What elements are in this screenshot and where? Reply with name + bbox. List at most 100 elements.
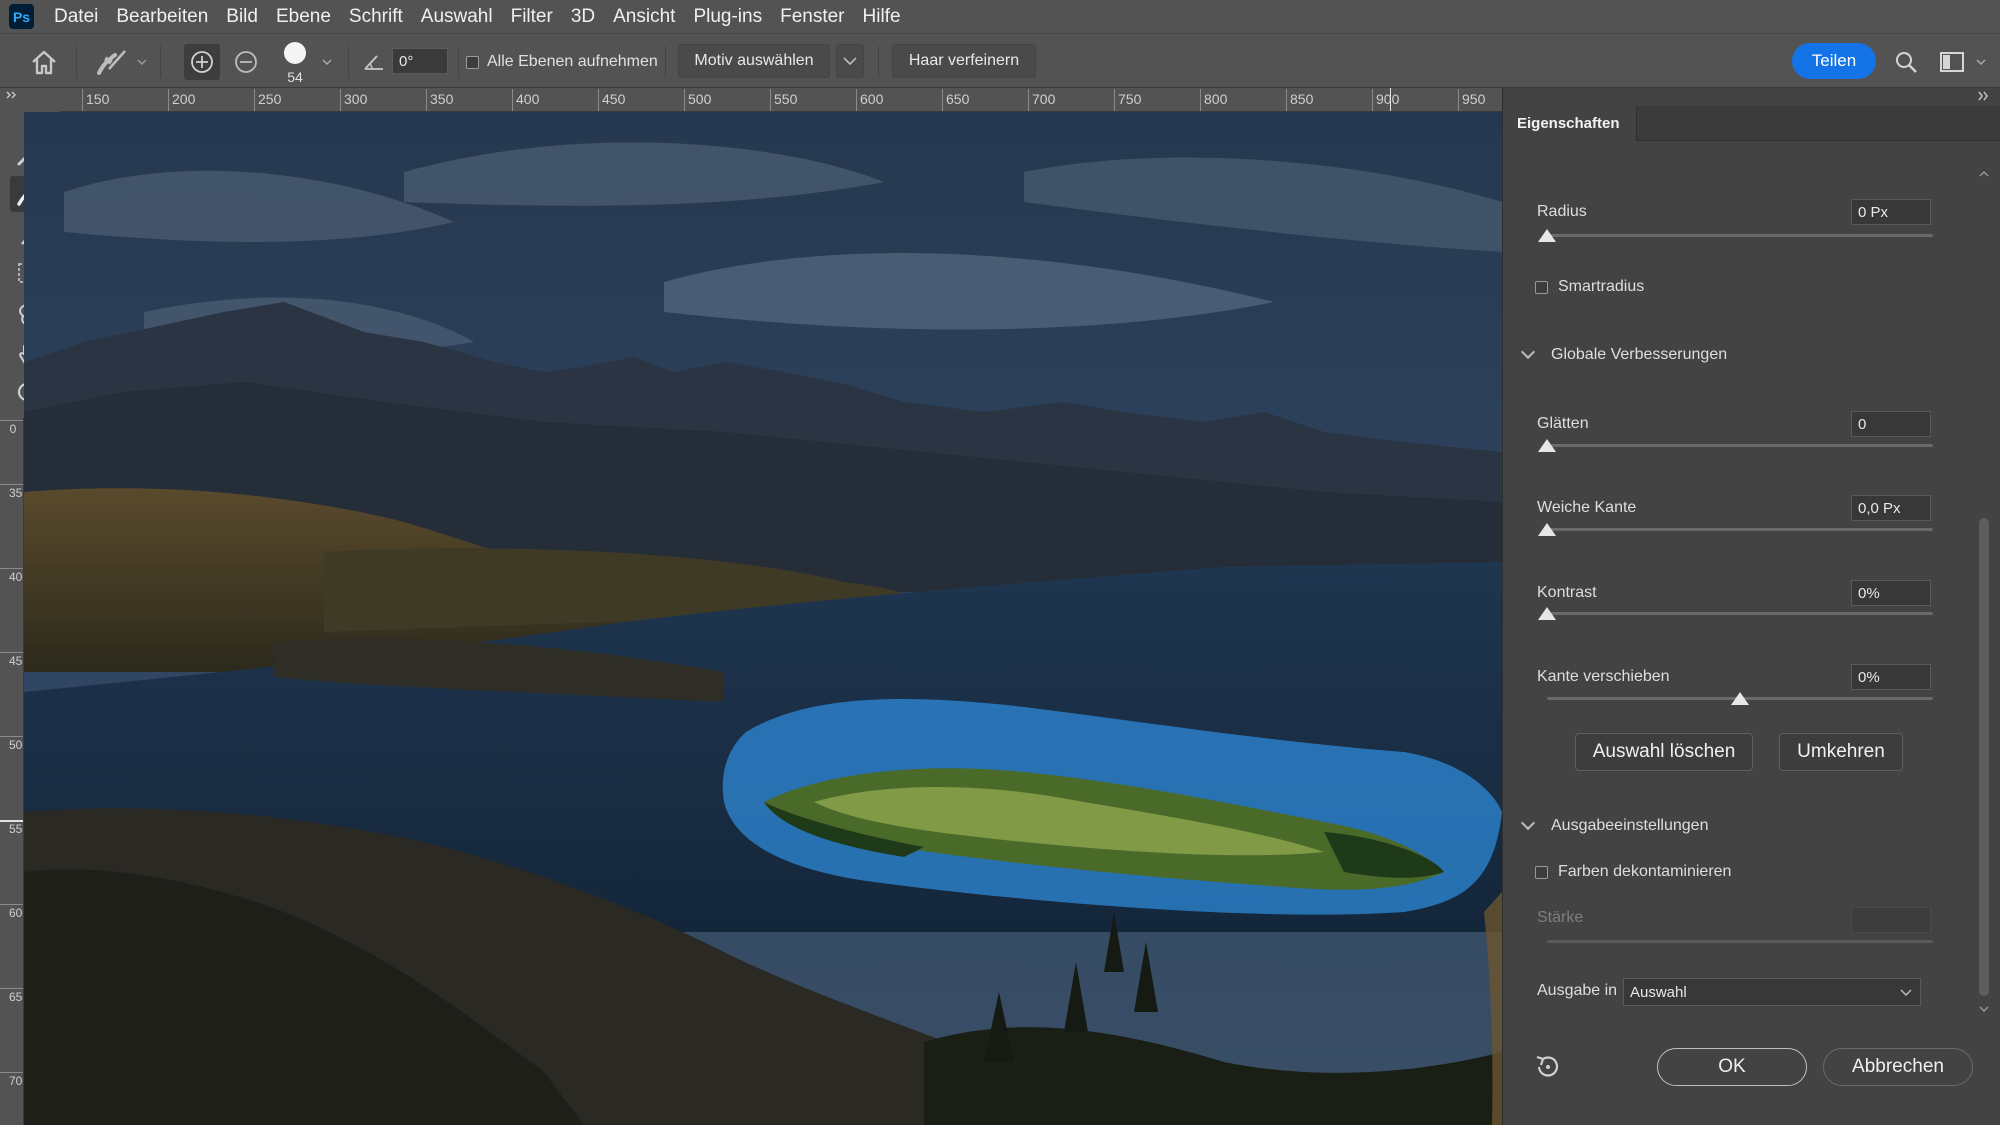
decontaminate-colors-checkbox[interactable]: Farben dekontaminieren — [1535, 863, 1731, 881]
vertical-ruler: 0 350 400 450 500 550 600 650 700 — [0, 418, 24, 1125]
output-to-label: Ausgabe in — [1537, 982, 1618, 999]
ruler-label: 950 — [1462, 91, 1486, 107]
feather-slider-track[interactable] — [1547, 528, 1933, 531]
menu-bild[interactable]: Bild — [226, 6, 258, 28]
contrast-input[interactable]: 0% — [1851, 580, 1931, 606]
scroll-down-icon[interactable] — [1979, 1000, 1989, 1018]
menu-filter[interactable]: Filter — [511, 6, 553, 28]
document-canvas[interactable] — [24, 112, 1502, 1125]
photoshop-window: Ps Datei Bearbeiten Bild Ebene Schrift A… — [0, 0, 2000, 1125]
menu-fenster[interactable]: Fenster — [780, 6, 844, 28]
ruler-label: 500 — [9, 738, 23, 752]
output-to-select[interactable]: Auswahl — [1623, 978, 1921, 1006]
workspace-chevron-icon[interactable] — [1974, 56, 1988, 68]
brush-size-preview[interactable] — [280, 38, 310, 68]
menu-ebene[interactable]: Ebene — [276, 6, 331, 28]
ruler-label: 650 — [946, 91, 970, 107]
radius-slider-thumb[interactable] — [1538, 229, 1556, 242]
photoshop-logo: Ps — [9, 4, 34, 29]
menu-bar: Ps Datei Bearbeiten Bild Ebene Schrift A… — [0, 0, 2000, 33]
shift-edge-slider-thumb[interactable] — [1731, 692, 1749, 705]
ruler-label: 900 — [1376, 91, 1400, 107]
sample-all-layers-checkbox[interactable]: Alle Ebenen aufnehmen — [466, 48, 658, 76]
ruler-label: 250 — [258, 91, 282, 107]
output-to-value: Auswahl — [1630, 983, 1687, 1001]
smart-radius-checkbox[interactable]: Smartradius — [1535, 278, 1644, 296]
feather-input[interactable]: 0,0 Px — [1851, 495, 1931, 521]
global-refinements-label: Globale Verbesserungen — [1551, 346, 1728, 363]
shift-edge-input[interactable]: 0% — [1851, 664, 1931, 690]
ruler-label: 0 — [9, 422, 17, 436]
properties-panel: Eigenschaften Radius 0 Px Smartradius Gl… — [1502, 88, 2000, 1125]
ruler-label: 300 — [344, 91, 368, 107]
refine-edge-brush-icon[interactable] — [88, 44, 136, 80]
chevron-down-icon — [1900, 989, 1912, 997]
select-subject-button[interactable]: Motiv auswählen — [678, 44, 830, 78]
menu-hilfe[interactable]: Hilfe — [863, 6, 901, 28]
brush-size-chevron-icon[interactable] — [320, 56, 334, 68]
ruler-label: 400 — [516, 91, 540, 107]
ruler-label: 800 — [1204, 91, 1228, 107]
invert-button[interactable]: Umkehren — [1779, 733, 1903, 771]
ruler-label: 600 — [9, 906, 23, 920]
collapse-tools-icon[interactable] — [6, 88, 26, 102]
ruler-label: 700 — [9, 1074, 23, 1088]
subtract-from-selection-icon[interactable] — [228, 44, 264, 80]
ruler-label: 550 — [774, 91, 798, 107]
ok-button[interactable]: OK — [1657, 1048, 1807, 1086]
decontaminate-colors-label: Farben dekontaminieren — [1558, 863, 1732, 880]
checkbox-box[interactable] — [466, 55, 479, 69]
radius-label: Radius — [1537, 203, 1587, 220]
clear-selection-button[interactable]: Auswahl löschen — [1575, 733, 1753, 771]
angle-input[interactable]: 0° — [392, 48, 448, 74]
output-settings-section[interactable]: Ausgabeeinstellungen — [1520, 815, 1708, 835]
chevron-down-icon — [843, 56, 857, 65]
add-to-selection-icon[interactable] — [184, 44, 220, 80]
refine-hair-button[interactable]: Haar verfeinern — [892, 44, 1036, 78]
contrast-slider-track[interactable] — [1547, 612, 1933, 615]
search-icon[interactable] — [1890, 46, 1922, 78]
share-button[interactable]: Teilen — [1792, 43, 1876, 79]
reset-icon[interactable] — [1533, 1054, 1561, 1085]
workspace-icon[interactable] — [1936, 46, 1968, 78]
ruler-label: 200 — [172, 91, 196, 107]
collapse-panel-icon[interactable] — [1978, 88, 1990, 106]
contrast-label: Kontrast — [1537, 584, 1597, 601]
smooth-slider-thumb[interactable] — [1538, 439, 1556, 452]
global-refinements-section[interactable]: Globale Verbesserungen — [1520, 344, 1728, 364]
contrast-slider-thumb[interactable] — [1538, 607, 1556, 620]
smooth-slider-track[interactable] — [1547, 444, 1933, 447]
landscape-photo — [24, 112, 1502, 1125]
brush-preset-chevron-icon[interactable] — [136, 56, 148, 68]
chevron-down-icon — [1520, 815, 1536, 831]
feather-slider-thumb[interactable] — [1538, 523, 1556, 536]
shift-edge-label: Kante verschieben — [1537, 668, 1670, 685]
home-icon[interactable] — [22, 46, 66, 78]
amount-input — [1851, 907, 1931, 933]
panel-scrollbar[interactable] — [1979, 518, 1989, 996]
menu-plug-ins[interactable]: Plug-ins — [693, 6, 762, 28]
smooth-input[interactable]: 0 — [1851, 411, 1931, 437]
ruler-label: 600 — [860, 91, 884, 107]
ruler-label: 350 — [430, 91, 454, 107]
menu-3d[interactable]: 3D — [571, 6, 595, 28]
menu-datei[interactable]: Datei — [54, 6, 98, 28]
ruler-label: 850 — [1290, 91, 1314, 107]
ruler-label: 450 — [9, 654, 23, 668]
smooth-label: Glätten — [1537, 415, 1589, 432]
checkbox-box[interactable] — [1535, 865, 1548, 879]
menu-ansicht[interactable]: Ansicht — [613, 6, 675, 28]
scroll-up-icon[interactable] — [1979, 164, 1989, 182]
amount-label: Stärke — [1537, 909, 1584, 926]
menu-auswahl[interactable]: Auswahl — [421, 6, 493, 28]
horizontal-ruler: 150 200 250 300 350 400 450 500 550 600 … — [60, 88, 1502, 112]
menu-schrift[interactable]: Schrift — [349, 6, 403, 28]
ruler-label: 350 — [9, 486, 23, 500]
cancel-button[interactable]: Abbrechen — [1823, 1048, 1973, 1086]
tab-eigenschaften[interactable]: Eigenschaften — [1503, 106, 1637, 141]
radius-input[interactable]: 0 Px — [1851, 199, 1931, 225]
select-subject-dropdown[interactable] — [836, 44, 864, 78]
checkbox-box[interactable] — [1535, 280, 1548, 294]
menu-bearbeiten[interactable]: Bearbeiten — [116, 6, 208, 28]
radius-slider-track[interactable] — [1547, 234, 1933, 237]
